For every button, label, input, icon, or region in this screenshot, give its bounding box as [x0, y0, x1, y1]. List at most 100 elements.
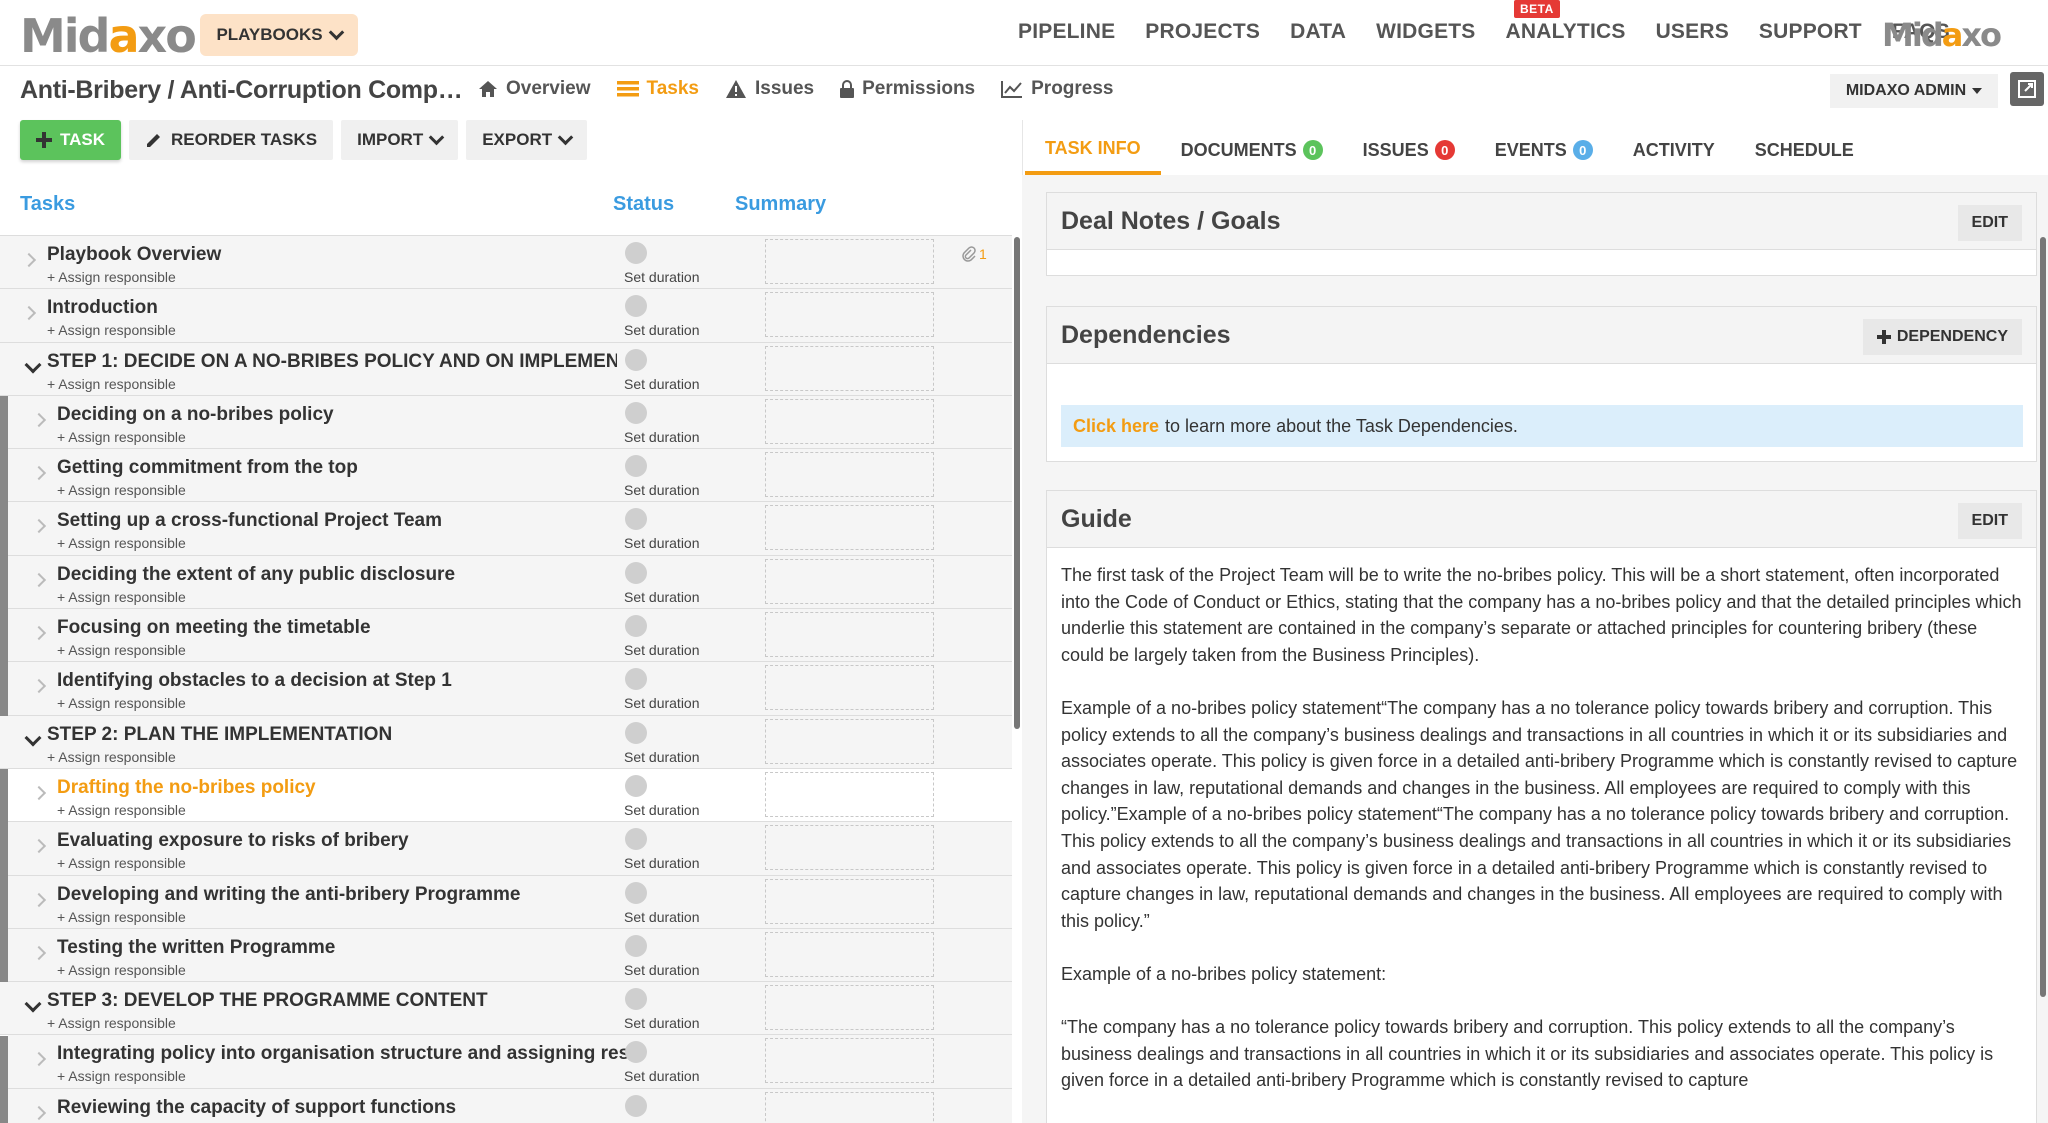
task-row[interactable]: Focusing on meeting the timetable + Assig…	[8, 609, 1012, 663]
status-indicator[interactable]	[625, 401, 647, 424]
admin-menu[interactable]: MIDAXO ADMIN	[1830, 74, 1998, 108]
status-indicator[interactable]	[625, 348, 647, 371]
status-indicator[interactable]	[625, 934, 647, 957]
task-title[interactable]: Drafting the no-bribes policy	[57, 777, 627, 799]
nav-widgets[interactable]: WIDGETS	[1376, 20, 1475, 44]
status-indicator[interactable]	[625, 508, 647, 531]
status-indicator[interactable]	[625, 881, 647, 904]
chevron-right-icon[interactable]	[31, 839, 47, 854]
chevron-right-icon[interactable]	[31, 679, 47, 694]
task-title[interactable]: STEP 3: DEVELOP THE PROGRAMME CONTENT	[47, 990, 617, 1012]
task-title[interactable]: STEP 1: DECIDE ON A NO-BRIBES POLICY AND…	[47, 351, 617, 373]
task-group-row[interactable]: STEP 2: PLAN THE IMPLEMENTATION + Assign …	[0, 715, 1012, 769]
nav-users[interactable]: USERS	[1656, 20, 1729, 44]
tab-events[interactable]: EVENTS 0	[1475, 125, 1613, 175]
nav-analytics[interactable]: ANALYTICS	[1506, 20, 1626, 44]
tab-schedule[interactable]: SCHEDULE	[1735, 125, 1874, 175]
set-duration-link[interactable]: Set duration	[624, 589, 700, 605]
status-indicator[interactable]	[625, 668, 647, 691]
task-title[interactable]: Focusing on meeting the timetable	[57, 617, 627, 639]
tab-documents[interactable]: DOCUMENTS 0	[1161, 125, 1343, 175]
task-title[interactable]: Introduction	[47, 297, 617, 319]
subnav-progress[interactable]: Progress	[1001, 78, 1114, 100]
tab-task-info[interactable]: TASK INFO	[1025, 125, 1161, 175]
task-row[interactable]: Setting up a cross-functional Project Te…	[8, 502, 1012, 556]
summary-cell[interactable]	[765, 612, 934, 658]
assign-responsible-link[interactable]: + Assign responsible	[57, 1068, 186, 1084]
chevron-down-icon[interactable]	[24, 729, 42, 747]
summary-cell[interactable]	[765, 292, 934, 338]
task-title[interactable]: Testing the written Programme	[57, 937, 627, 959]
subnav-tasks[interactable]: Tasks	[616, 78, 699, 100]
chevron-right-icon[interactable]	[21, 252, 37, 268]
assign-responsible-link[interactable]: + Assign responsible	[57, 855, 186, 871]
chevron-right-icon[interactable]	[31, 519, 47, 534]
set-duration-link[interactable]: Set duration	[624, 802, 700, 818]
status-indicator[interactable]	[625, 455, 647, 478]
summary-cell[interactable]	[765, 505, 934, 551]
status-indicator[interactable]	[625, 988, 647, 1011]
chevron-down-icon[interactable]	[24, 995, 42, 1013]
summary-cell[interactable]	[765, 452, 934, 498]
task-row[interactable]: Getting commitment from the top + Assign …	[8, 449, 1012, 503]
nav-projects[interactable]: PROJECTS	[1145, 20, 1260, 44]
guide-edit-button[interactable]: EDIT	[1957, 503, 2022, 539]
task-title[interactable]: STEP 2: PLAN THE IMPLEMENTATION	[47, 724, 617, 746]
chevron-down-icon[interactable]	[24, 356, 42, 374]
nav-support[interactable]: SUPPORT	[1759, 20, 1862, 44]
chevron-right-icon[interactable]	[31, 785, 47, 801]
summary-cell[interactable]	[765, 878, 934, 924]
set-duration-link[interactable]: Set duration	[624, 909, 700, 925]
summary-column-header[interactable]: Summary	[735, 193, 826, 216]
summary-cell[interactable]	[765, 239, 934, 284]
chevron-right-icon[interactable]	[31, 572, 47, 587]
chevron-right-icon[interactable]	[31, 945, 47, 960]
set-duration-link[interactable]: Set duration	[624, 855, 700, 871]
subnav-issues[interactable]: Issues	[725, 78, 814, 100]
task-row[interactable]: Drafting the no-bribes policy + Assign re…	[8, 768, 1012, 823]
tab-issues[interactable]: ISSUES 0	[1343, 125, 1475, 175]
status-indicator[interactable]	[625, 561, 647, 584]
status-indicator[interactable]	[625, 1094, 647, 1117]
set-duration-link[interactable]: Set duration	[624, 322, 700, 338]
task-title[interactable]: Integrating policy into organisation str…	[57, 1043, 627, 1065]
midaxo-logo[interactable]: Midaxo	[20, 8, 197, 64]
assign-responsible-link[interactable]: + Assign responsible	[57, 802, 186, 818]
assign-responsible-link[interactable]: + Assign responsible	[57, 482, 186, 498]
reorder-tasks-button[interactable]: REORDER TASKS	[129, 120, 334, 160]
set-duration-link[interactable]: Set duration	[624, 376, 700, 392]
set-duration-link[interactable]: Set duration	[624, 1068, 700, 1084]
summary-cell[interactable]	[765, 718, 934, 764]
assign-responsible-link[interactable]: + Assign responsible	[47, 749, 176, 765]
nav-pipeline[interactable]: PIPELINE	[1018, 20, 1115, 44]
task-row[interactable]: Reviewing the capacity of support functi…	[8, 1088, 1012, 1123]
set-duration-link[interactable]: Set duration	[624, 535, 700, 551]
summary-cell[interactable]	[765, 985, 934, 1031]
task-row[interactable]: Identifying obstacles to a decision at S…	[8, 662, 1012, 716]
assign-responsible-link[interactable]: + Assign responsible	[47, 1015, 176, 1031]
status-indicator[interactable]	[625, 242, 647, 264]
task-group-row[interactable]: STEP 3: DEVELOP THE PROGRAMME CONTENT + A…	[0, 982, 1012, 1036]
add-dependency-button[interactable]: DEPENDENCY	[1862, 319, 2022, 355]
status-indicator[interactable]	[625, 1041, 647, 1064]
status-indicator[interactable]	[625, 774, 647, 797]
attachment-count[interactable]: 1	[962, 246, 987, 262]
status-indicator[interactable]	[625, 721, 647, 744]
dependencies-help-link[interactable]: Click here	[1073, 416, 1159, 437]
task-group-row[interactable]: STEP 1: DECIDE ON A NO-BRIBES POLICY AND…	[0, 342, 1012, 396]
task-row[interactable]: Introduction + Assign responsible Set dura…	[0, 289, 1012, 343]
task-row[interactable]: Deciding the extent of any public disclo…	[8, 555, 1012, 610]
summary-cell[interactable]	[765, 1038, 934, 1084]
task-title[interactable]: Playbook Overview	[47, 244, 617, 266]
chevron-right-icon[interactable]	[31, 892, 47, 907]
set-duration-link[interactable]: Set duration	[624, 482, 700, 498]
assign-responsible-link[interactable]: + Assign responsible	[57, 962, 186, 978]
set-duration-link[interactable]: Set duration	[624, 749, 700, 765]
set-duration-link[interactable]: Set duration	[624, 695, 700, 711]
set-duration-link[interactable]: Set duration	[624, 962, 700, 978]
assign-responsible-link[interactable]: + Assign responsible	[57, 909, 186, 925]
chevron-right-icon[interactable]	[31, 1105, 47, 1120]
task-title[interactable]: Evaluating exposure to risks of bribery	[57, 830, 627, 852]
assign-responsible-link[interactable]: + Assign responsible	[57, 535, 186, 551]
set-duration-link[interactable]: Set duration	[624, 642, 700, 658]
